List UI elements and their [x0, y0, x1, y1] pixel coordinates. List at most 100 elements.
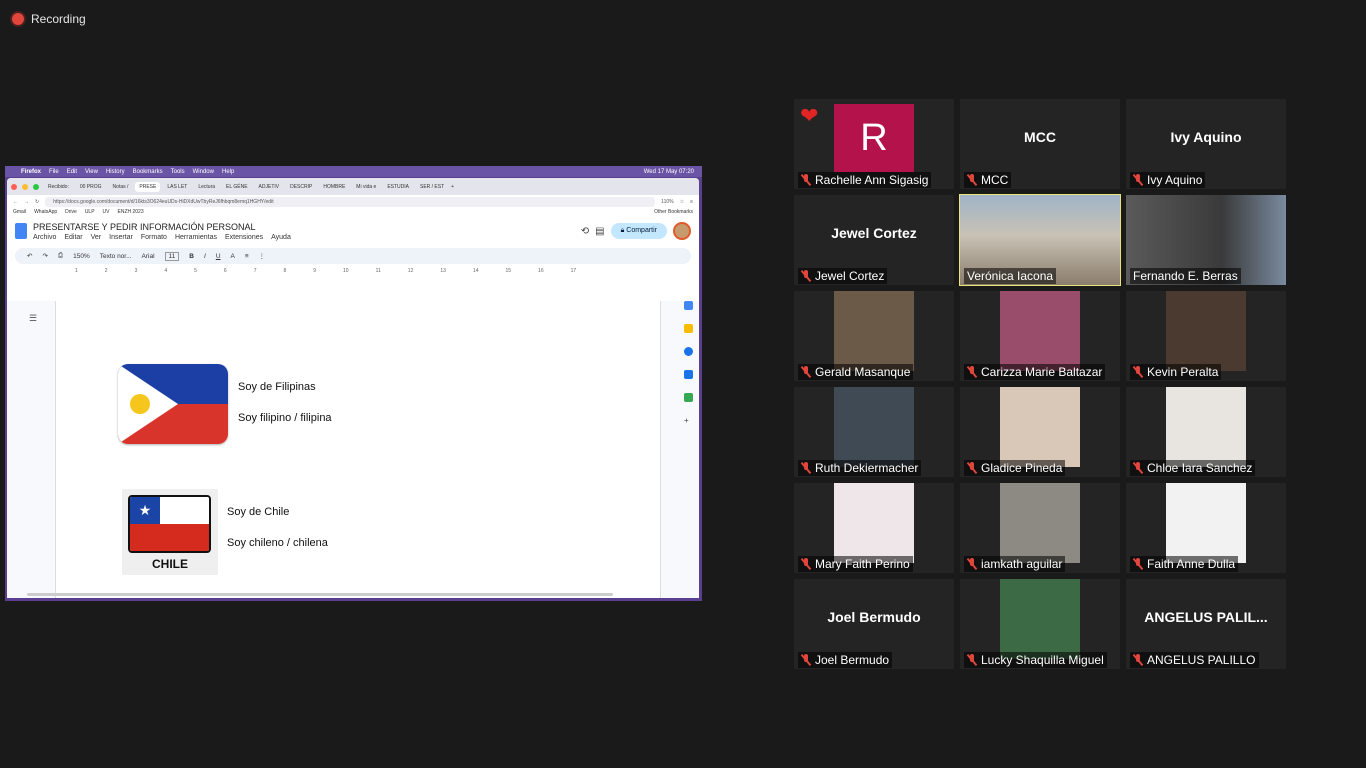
bookmark-item[interactable]: Gmail [13, 209, 26, 218]
more-icon[interactable]: ⋮ [259, 252, 266, 260]
participant-tile[interactable]: Ruth Dekiermacher [794, 387, 954, 477]
chile-flag-image[interactable]: ★ CHILE [122, 489, 218, 575]
forward-icon[interactable]: → [24, 199, 29, 205]
participant-tile[interactable]: ANGELUS PALIL... ANGELUS PALILLO [1126, 579, 1286, 669]
menu-icon[interactable]: ≡ [690, 199, 693, 205]
browser-tab-active[interactable]: PRESE [135, 181, 161, 192]
align-icon[interactable]: ≡ [245, 253, 249, 260]
browser-tab[interactable]: DESCRIP [286, 182, 316, 192]
participant-tile[interactable]: R ❤ Rachelle Ann Sigasig [794, 99, 954, 189]
menu-ayuda[interactable]: Ayuda [271, 234, 291, 241]
browser-tab[interactable]: Recibido: [44, 182, 73, 192]
add-icon[interactable]: + [684, 416, 693, 425]
bookmark-item[interactable]: ULP [85, 209, 95, 218]
participant-tile[interactable]: Mary Faith Perino [794, 483, 954, 573]
zoom-window-icon[interactable] [33, 183, 39, 190]
print-icon[interactable]: ⎙ [58, 252, 63, 260]
document-page[interactable]: Soy de Filipinas Soy filipino / filipina… [55, 301, 661, 598]
doc-line[interactable]: Soy de Chile [227, 506, 289, 518]
horizontal-scrollbar[interactable] [27, 593, 613, 596]
browser-tab[interactable]: LAS LET [163, 182, 191, 192]
participant-tile[interactable]: Gladice Pineda [960, 387, 1120, 477]
doc-line[interactable]: Soy chileno / chilena [227, 537, 328, 549]
menubar-item: File [49, 168, 59, 175]
comments-icon[interactable]: ▤ [595, 226, 604, 237]
ruler: 1 2 3 4 5 6 7 8 9 10 11 12 13 14 15 16 1… [55, 268, 699, 278]
browser-tab[interactable]: HOMBRE [319, 182, 349, 192]
menu-ver[interactable]: Ver [91, 234, 102, 241]
style-select[interactable]: Texto nor... [100, 253, 132, 260]
browser-tab[interactable]: Lectura [194, 182, 219, 192]
bookmark-item[interactable]: Drive [65, 209, 77, 218]
mic-muted-icon [801, 654, 811, 666]
back-icon[interactable]: ← [13, 199, 18, 205]
menu-herramientas[interactable]: Herramientas [175, 234, 217, 241]
menu-extensiones[interactable]: Extensiones [225, 234, 263, 241]
browser-tab[interactable]: 00 PROG [76, 182, 106, 192]
participant-name: Fernando E. Berras [1133, 269, 1238, 283]
italic-icon[interactable]: I [204, 253, 206, 260]
bold-icon[interactable]: B [189, 253, 194, 260]
menu-archivo[interactable]: Archivo [33, 234, 56, 241]
history-icon[interactable]: ⟲ [581, 226, 589, 237]
underline-icon[interactable]: U [216, 253, 221, 260]
share-button[interactable]: 🔒︎ Compartir [610, 223, 667, 239]
other-bookmarks[interactable]: Other Bookmarks [654, 209, 699, 218]
tab-strip: Recibido: 00 PROG Notas / PRESE LAS LET … [7, 178, 699, 195]
participant-tile[interactable]: Joel Bermudo Joel Bermudo [794, 579, 954, 669]
account-avatar[interactable] [673, 222, 691, 240]
text-color-icon[interactable]: A [231, 253, 235, 260]
browser-tab[interactable]: EL GÉNE [222, 182, 252, 192]
participant-tile[interactable]: Chloe Iara Sanchez [1126, 387, 1286, 477]
participant-tile[interactable]: Lucky Shaquilla Miguel [960, 579, 1120, 669]
font-size-input[interactable]: 11 [164, 251, 180, 261]
bookmark-item[interactable]: UV [103, 209, 110, 218]
participant-tile[interactable]: Jewel Cortez Jewel Cortez [794, 195, 954, 285]
zoom-select[interactable]: 150% [73, 253, 90, 260]
redo-icon[interactable]: ↷ [42, 252, 47, 260]
zoom-level[interactable]: 110% [661, 199, 673, 205]
participant-tile[interactable]: MCC MCC [960, 99, 1120, 189]
menu-formato[interactable]: Formato [141, 234, 167, 241]
undo-icon[interactable]: ↶ [27, 252, 32, 260]
doc-line[interactable]: Soy filipino / filipina [238, 412, 332, 424]
browser-tab[interactable]: Mi vida e [352, 182, 380, 192]
outline-icon[interactable]: ☰ [29, 313, 37, 324]
document-title[interactable]: PRESENTARSE Y PEDIR INFORMACIÓN PERSONAL [33, 222, 291, 232]
participant-tile[interactable]: Carizza Marie Baltazar [960, 291, 1120, 381]
new-tab-icon[interactable]: + [451, 184, 454, 190]
browser-tab[interactable]: ADJETIV [255, 182, 284, 192]
bookmark-item[interactable]: WhatsApp [34, 209, 57, 218]
contacts-icon[interactable] [684, 370, 693, 379]
philippines-flag-image[interactable] [118, 364, 228, 444]
minimize-window-icon[interactable] [22, 183, 28, 190]
participant-tile[interactable]: Ivy Aquino Ivy Aquino [1126, 99, 1286, 189]
tasks-icon[interactable] [684, 347, 693, 356]
participant-tile[interactable]: Verónica Iacona [959, 194, 1121, 286]
nav-bar: ← → ↻ https://docs.google.com/document/d… [7, 195, 699, 209]
avatar: R [834, 104, 914, 172]
participant-tile[interactable]: Kevin Peralta [1126, 291, 1286, 381]
close-window-icon[interactable] [11, 183, 17, 190]
doc-line[interactable]: Soy de Filipinas [238, 381, 316, 393]
participant-tile[interactable]: Faith Anne Dulla [1126, 483, 1286, 573]
participant-tile[interactable]: iamkath aguilar [960, 483, 1120, 573]
reload-icon[interactable]: ↻ [35, 199, 39, 205]
menu-insertar[interactable]: Insertar [109, 234, 133, 241]
recording-indicator[interactable]: Recording [12, 12, 86, 26]
maps-icon[interactable] [684, 393, 693, 402]
keep-icon[interactable] [684, 324, 693, 333]
participant-photo [1000, 579, 1080, 659]
participant-tile[interactable]: Gerald Masanque [794, 291, 954, 381]
browser-tab[interactable]: SER / EST [416, 182, 448, 192]
docs-logo-icon[interactable] [15, 223, 27, 239]
browser-tab[interactable]: ESTUDIA [383, 182, 413, 192]
bookmark-star-icon[interactable]: ☆ [680, 199, 684, 205]
font-select[interactable]: Arial [142, 253, 155, 260]
participant-tile[interactable]: Fernando E. Berras [1126, 195, 1286, 285]
bookmark-item[interactable]: ENZH 2023 [118, 209, 144, 218]
address-bar[interactable]: https://docs.google.com/document/d/16kts… [45, 197, 656, 207]
calendar-icon[interactable] [684, 301, 693, 310]
browser-tab[interactable]: Notas / [109, 182, 133, 192]
menu-editar[interactable]: Editar [64, 234, 82, 241]
